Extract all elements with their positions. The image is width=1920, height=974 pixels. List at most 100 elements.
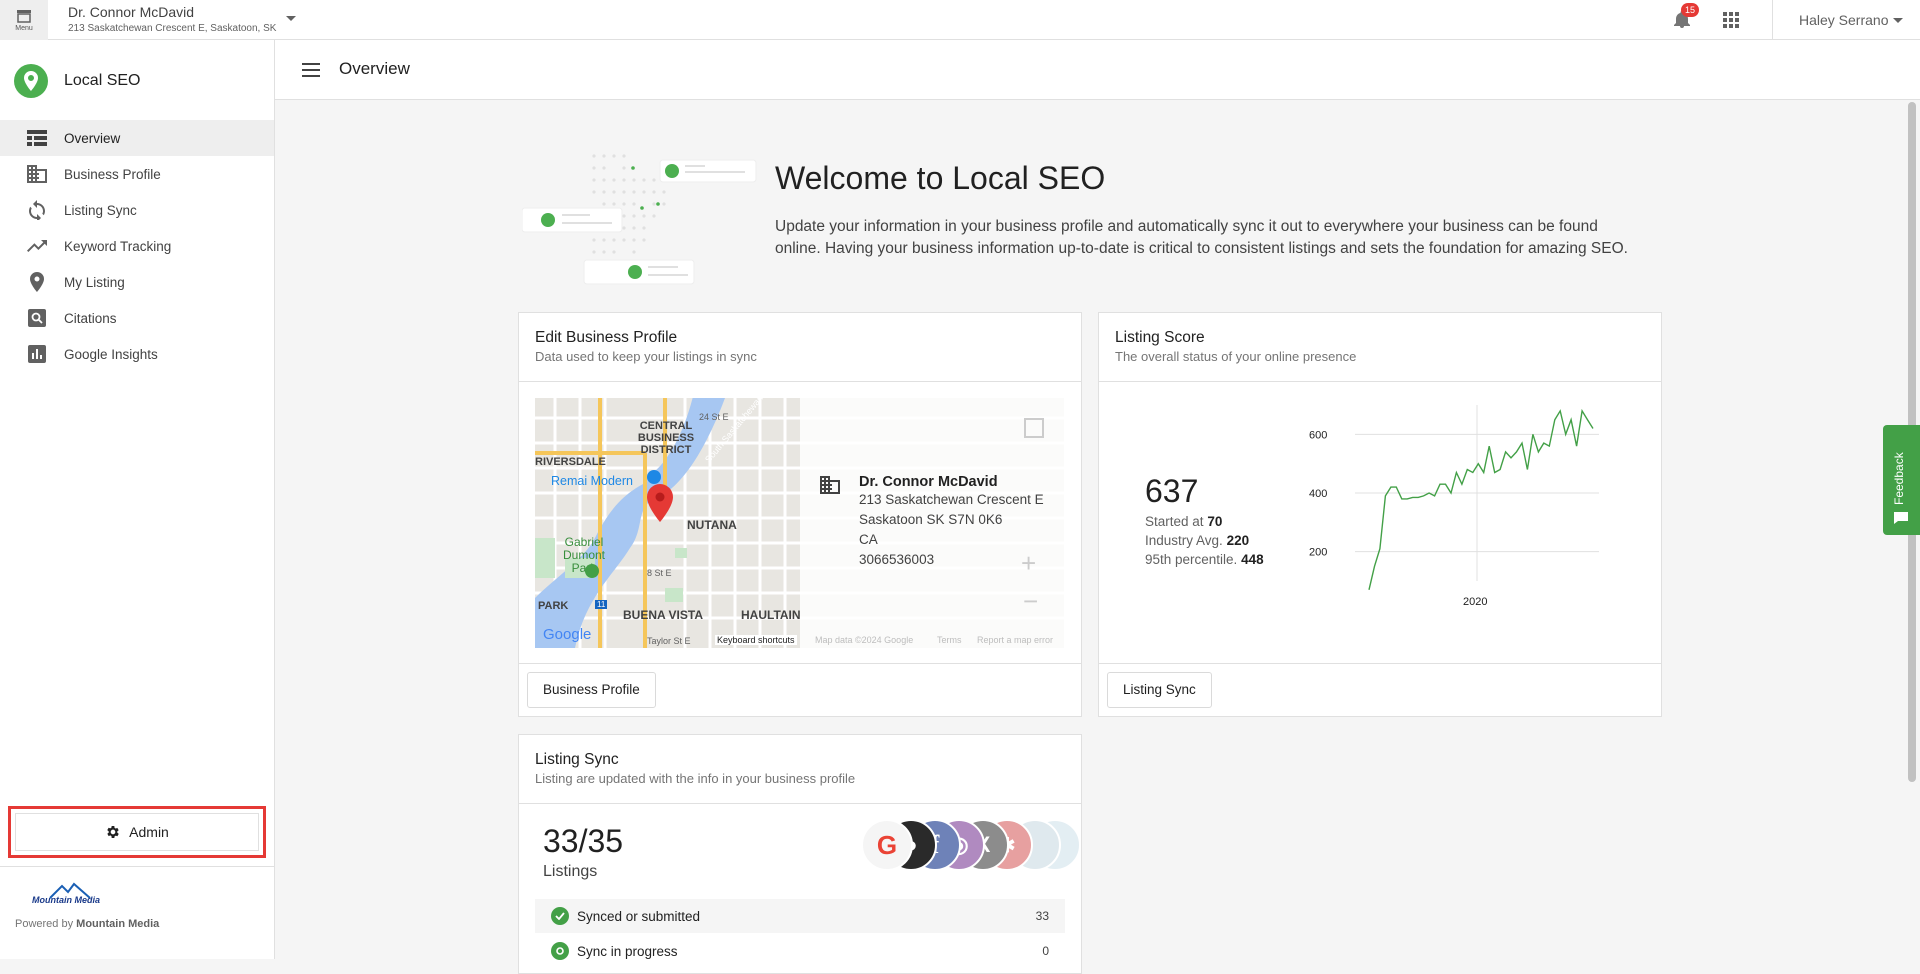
- admin-highlight: Admin: [8, 806, 266, 858]
- sidebar-item-google-insights[interactable]: Google Insights: [0, 336, 274, 372]
- location-pin-logo-icon: [14, 64, 48, 98]
- apps-grid-icon[interactable]: [1723, 12, 1739, 28]
- listing-score-chart: 200 400 600 2020: [1309, 405, 1599, 608]
- user-menu[interactable]: Haley Serrano: [1799, 12, 1889, 28]
- business-country: CA: [859, 532, 878, 547]
- building-icon: [25, 165, 49, 183]
- map-label: HAULTAIN: [741, 608, 801, 622]
- map-label: Google: [543, 626, 592, 643]
- fullscreen-icon[interactable]: [1024, 418, 1044, 438]
- sidebar-item-label: Keyword Tracking: [64, 238, 172, 254]
- industry-average: Industry Avg. 220: [1145, 533, 1250, 548]
- business-profile-button[interactable]: Business Profile: [527, 672, 656, 708]
- page-title: Overview: [339, 59, 410, 78]
- listing-score-card: Listing Score The overall status of your…: [1098, 312, 1662, 717]
- admin-button[interactable]: Admin: [15, 813, 259, 851]
- sidebar-item-business-profile[interactable]: Business Profile: [0, 156, 274, 192]
- listings-count: 33/35: [543, 823, 624, 859]
- chevron-down-icon[interactable]: [1893, 18, 1903, 23]
- business-city: Saskatoon SK S7N 0K6: [859, 512, 1003, 527]
- store-icon: [17, 9, 31, 23]
- card-title: Edit Business Profile: [535, 329, 678, 346]
- map-business-info: Dr. Connor McDavid 213 Saskatchewan Cres…: [859, 474, 1044, 570]
- map-label: Remai Modern: [551, 474, 633, 488]
- hamburger-menu-icon[interactable]: [302, 63, 320, 77]
- percentile: 95th percentile. 448: [1145, 552, 1264, 567]
- map-label: CENTRAL BUSINESS DISTRICT: [637, 420, 695, 456]
- map-marker-icon: [647, 484, 673, 522]
- y-tick-label: 600: [1309, 429, 1327, 441]
- sidebar-item-label: Citations: [64, 310, 117, 326]
- chevron-down-icon[interactable]: [286, 16, 296, 21]
- card-subtitle: Data used to keep your listings in sync: [535, 349, 757, 364]
- sidebar-item-listing-sync[interactable]: Listing Sync: [0, 192, 274, 228]
- top-bar: Menu Dr. Connor McDavid 213 Saskatchewan…: [0, 0, 1920, 40]
- sidebar-nav: Overview Business Profile Listing Sync K…: [0, 120, 274, 372]
- trending-icon: [25, 240, 49, 252]
- svg-text:Mountain Media: Mountain Media: [32, 895, 100, 904]
- y-tick-label: 400: [1309, 488, 1327, 500]
- feedback-icon: [1894, 512, 1908, 524]
- x-tick-label: 2020: [1463, 596, 1487, 608]
- divider: [0, 866, 274, 867]
- started-at: Started at 70: [1145, 514, 1223, 529]
- divider: [1772, 0, 1773, 40]
- search-box-icon: [25, 309, 49, 327]
- business-map[interactable]: South Saskatchewan River CENTRAL BUSINES…: [535, 398, 1064, 648]
- admin-label: Admin: [129, 824, 169, 840]
- sync-progress-icon: [551, 942, 569, 960]
- listings-label: Listings: [543, 863, 598, 880]
- sync-icon: [25, 200, 49, 220]
- brand[interactable]: Local SEO: [14, 64, 140, 98]
- map-label: 24 St E: [699, 412, 729, 422]
- sidebar-item-citations[interactable]: Citations: [0, 300, 274, 336]
- map-label: 11: [595, 600, 608, 609]
- sidebar-item-label: Business Profile: [64, 166, 161, 182]
- map-label: RIVERSDALE: [535, 456, 606, 468]
- y-tick-label: 200: [1309, 547, 1327, 559]
- sync-row-label: Sync in progress: [577, 943, 678, 959]
- sync-row-in-progress: Sync in progress 0: [535, 934, 1065, 968]
- series-line: [1368, 408, 1594, 590]
- sync-row-count: 33: [1035, 909, 1049, 923]
- notification-badge: 15: [1681, 3, 1699, 17]
- card-title: Listing Sync: [535, 751, 619, 768]
- menu-button[interactable]: Menu: [0, 0, 48, 40]
- gear-icon: [107, 826, 119, 838]
- listing-sync-card: Listing Sync Listing are updated with th…: [518, 734, 1082, 974]
- business-street: 213 Saskatchewan Crescent E: [859, 492, 1044, 507]
- terms-link[interactable]: Terms: [937, 635, 962, 645]
- map-label: PARK: [538, 600, 569, 612]
- feedback-tab[interactable]: Feedback: [1883, 425, 1920, 535]
- report-map-error-link[interactable]: Report a map error: [977, 635, 1053, 645]
- keyboard-shortcuts-link[interactable]: Keyboard shortcuts: [715, 635, 797, 645]
- zoom-out-icon[interactable]: −: [1023, 586, 1038, 617]
- business-address: 213 Saskatchewan Crescent E, Saskatoon, …: [68, 23, 277, 34]
- welcome-illustration: [522, 154, 757, 285]
- map-label: Taylor St E: [647, 636, 691, 646]
- sidebar-item-overview[interactable]: Overview: [0, 120, 274, 156]
- welcome-text: Update your information in your business…: [775, 218, 1628, 257]
- business-selector[interactable]: Dr. Connor McDavid 213 Saskatchewan Cres…: [68, 4, 276, 34]
- zoom-in-icon[interactable]: +: [1021, 548, 1036, 579]
- card-header: Listing Score The overall status of your…: [1099, 313, 1661, 382]
- card-title: Listing Score: [1115, 329, 1205, 346]
- sync-row-synced: Synced or submitted 33: [535, 899, 1065, 933]
- sidebar-item-label: Overview: [64, 130, 121, 146]
- card-header: Listing Sync Listing are updated with th…: [519, 735, 1081, 804]
- card-footer: Business Profile: [519, 663, 1081, 716]
- map-data-label: Map data ©2024 Google: [815, 635, 914, 645]
- sync-row-count: 0: [1042, 944, 1049, 958]
- card-header: Edit Business Profile Data used to keep …: [519, 313, 1081, 382]
- powered-by: Powered by Mountain Media: [15, 918, 160, 930]
- bar-chart-icon: [25, 345, 49, 363]
- map-label: BUENA VISTA: [623, 608, 704, 622]
- card-footer: Listing Sync: [1099, 663, 1661, 716]
- overview-icon: [25, 130, 49, 146]
- sidebar-item-keyword-tracking[interactable]: Keyword Tracking: [0, 228, 274, 264]
- sidebar-item-my-listing[interactable]: My Listing: [0, 264, 274, 300]
- map-label: 8 St E: [647, 568, 672, 578]
- check-circle-icon: [551, 907, 569, 925]
- sidebar-item-label: Listing Sync: [64, 202, 137, 218]
- listing-sync-button[interactable]: Listing Sync: [1107, 672, 1212, 708]
